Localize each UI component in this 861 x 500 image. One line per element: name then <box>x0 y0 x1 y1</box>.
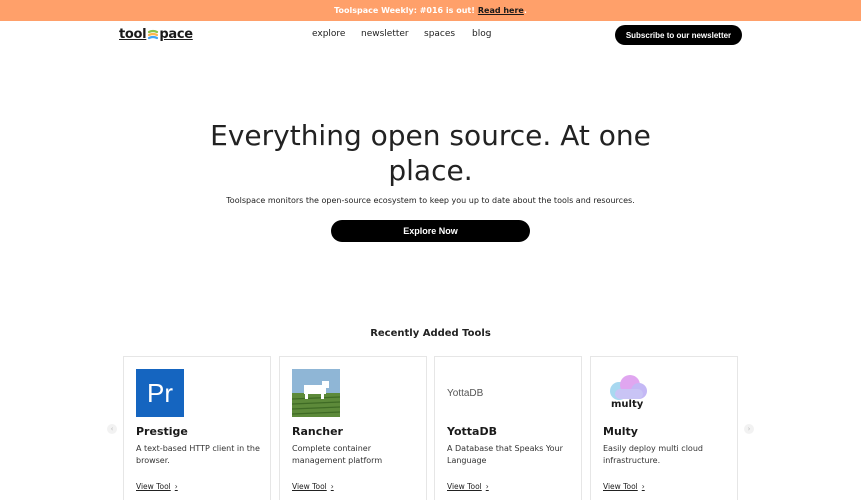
carousel-prev-button[interactable]: ‹ <box>107 424 117 434</box>
view-tool-label: View Tool <box>447 482 482 491</box>
recent-tools-title: Recently Added Tools <box>370 328 491 339</box>
tool-description: Complete container management platform <box>292 444 383 465</box>
chevron-right-icon: › <box>330 482 334 491</box>
announcement-text: Toolspace Weekly: #016 is out! <box>334 6 475 15</box>
multy-logo-text: multy <box>611 399 644 410</box>
rancher-logo <box>292 369 340 417</box>
tool-card-multy[interactable]: multy Multy Easily deploy multi cloud in… <box>590 356 738 500</box>
nav-blog[interactable]: blog <box>472 29 491 39</box>
tool-card-rancher[interactable]: Rancher Complete container management pl… <box>279 356 427 500</box>
hero-subtitle: Toolspace monitors the open-source ecosy… <box>226 196 635 205</box>
view-tool-label: View Tool <box>292 482 327 491</box>
nav-newsletter[interactable]: newsletter <box>361 29 409 39</box>
tool-name: Prestige <box>136 425 188 438</box>
chevron-right-icon: › <box>485 482 489 491</box>
tool-card-yottadb[interactable]: YottaDB YottaDB A Database that Speaks Y… <box>434 356 582 500</box>
view-tool-link[interactable]: View Tool › <box>136 482 178 491</box>
yottadb-logo: YottaDB <box>447 369 507 417</box>
subscribe-button[interactable]: Subscribe to our newsletter <box>615 25 742 45</box>
logo-text-left: tool <box>119 27 147 42</box>
chevron-right-icon: › <box>747 425 751 433</box>
logo-mark-icon <box>148 29 159 39</box>
announcement-link[interactable]: Read here <box>478 6 524 15</box>
tool-name: YottaDB <box>447 425 497 438</box>
view-tool-label: View Tool <box>136 482 171 491</box>
prestige-logo: Pr <box>136 369 184 417</box>
prestige-logo-text: Pr <box>147 377 173 408</box>
view-tool-link[interactable]: View Tool › <box>603 482 645 491</box>
hero-title: Everything open source. At one place. <box>210 119 651 187</box>
toolspace-logo[interactable]: tool pace <box>119 27 193 42</box>
logo-text-right: pace <box>159 27 193 42</box>
view-tool-link[interactable]: View Tool › <box>447 482 489 491</box>
tool-description: A text-based HTTP client in the browser. <box>136 444 260 465</box>
announcement-bar: Toolspace Weekly: #016 is out! Read here… <box>0 0 861 21</box>
tool-description: A Database that Speaks Your Language <box>447 444 563 465</box>
chevron-left-icon: ‹ <box>110 425 114 433</box>
yottadb-logo-text: YottaDB <box>447 387 484 399</box>
nav-explore[interactable]: explore <box>312 29 345 39</box>
view-tool-label: View Tool <box>603 482 638 491</box>
tool-card-prestige[interactable]: Pr Prestige A text-based HTTP client in … <box>123 356 271 500</box>
tool-description: Easily deploy multi cloud infrastructure… <box>603 444 703 465</box>
tool-name: Multy <box>603 425 638 438</box>
view-tool-link[interactable]: View Tool › <box>292 482 334 491</box>
nav-spaces[interactable]: spaces <box>424 29 455 39</box>
explore-now-button[interactable]: Explore Now <box>331 220 530 242</box>
multy-logo: multy <box>603 369 651 417</box>
announcement-suffix: . <box>523 6 527 15</box>
carousel-next-button[interactable]: › <box>744 424 754 434</box>
tool-name: Rancher <box>292 425 343 438</box>
chevron-right-icon: › <box>641 482 645 491</box>
chevron-right-icon: › <box>174 482 178 491</box>
